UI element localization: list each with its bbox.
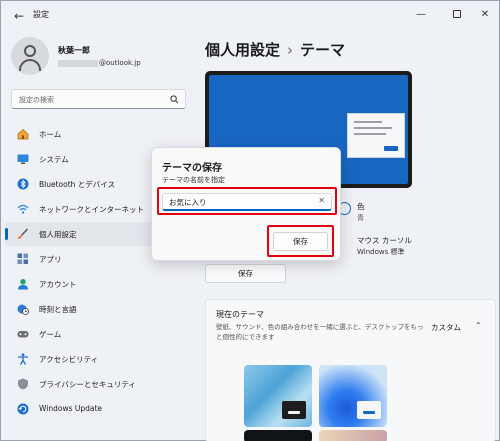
sidebar-item-gaming[interactable]: ゲーム bbox=[5, 322, 195, 346]
user-email: @outlook.jp bbox=[58, 59, 141, 67]
preview-window bbox=[347, 113, 405, 158]
sidebar-item-time-language[interactable]: 時刻と言語 bbox=[5, 297, 195, 321]
page-title: 個人用設定 › テーマ bbox=[205, 39, 345, 60]
current-theme-value: カスタム bbox=[431, 323, 461, 332]
cursor-value: Windows 標準 bbox=[357, 248, 405, 256]
dialog-subtitle: テーマの名前を指定 bbox=[162, 176, 225, 184]
save-theme-button[interactable]: 保存 bbox=[205, 264, 286, 283]
theme-thumbnail[interactable] bbox=[319, 430, 387, 441]
close-button[interactable]: ✕ bbox=[470, 5, 500, 25]
sidebar-item-home[interactable]: ホーム bbox=[5, 122, 195, 146]
minimize-button[interactable]: — bbox=[406, 5, 436, 25]
breadcrumb-personalization[interactable]: 個人用設定 bbox=[205, 41, 280, 59]
apps-icon bbox=[17, 253, 28, 264]
color-label: 色 bbox=[357, 202, 365, 211]
cursor-label: マウス カーソル bbox=[357, 236, 412, 245]
gamepad-icon bbox=[17, 331, 29, 338]
monitor-icon bbox=[17, 154, 29, 164]
dialog-title: テーマの保存 bbox=[162, 163, 222, 174]
theme-thumbnail[interactable] bbox=[244, 430, 312, 441]
breadcrumb-current: テーマ bbox=[300, 41, 346, 59]
globe-clock-icon bbox=[17, 304, 29, 315]
sidebar-item-privacy-security[interactable]: プライバシーとセキュリティ bbox=[5, 372, 195, 396]
chevron-up-icon[interactable]: ⌃ bbox=[475, 321, 482, 330]
highlight-box-input bbox=[157, 187, 337, 215]
current-theme-card[interactable]: 現在のテーマ 壁紙、サウンド、色の組み合わせを一緒に選ぶと、デスクトップをもっと… bbox=[205, 299, 496, 441]
selection-indicator bbox=[5, 228, 8, 240]
user-name: 秋葉一郎 bbox=[58, 46, 90, 55]
account-icon bbox=[18, 279, 28, 290]
wifi-icon bbox=[17, 204, 29, 214]
update-icon bbox=[17, 403, 29, 415]
maximize-button[interactable] bbox=[442, 5, 472, 25]
avatar[interactable] bbox=[11, 37, 49, 75]
accessibility-icon bbox=[18, 353, 28, 365]
app-title: 設定 bbox=[33, 10, 49, 19]
redacted-email-part bbox=[58, 59, 98, 67]
shield-icon bbox=[18, 378, 28, 390]
sidebar-item-windows-update[interactable]: Windows Update bbox=[5, 397, 195, 421]
theme-thumbnail[interactable] bbox=[244, 365, 312, 427]
theme-thumbnail[interactable] bbox=[319, 365, 387, 427]
home-icon bbox=[17, 129, 29, 140]
current-theme-title: 現在のテーマ bbox=[216, 310, 264, 319]
search-input[interactable]: 設定の検索 bbox=[11, 89, 186, 109]
color-value: 青 bbox=[357, 214, 364, 222]
search-icon bbox=[170, 95, 179, 104]
breadcrumb-separator: › bbox=[287, 41, 294, 59]
title-bar: ← 設定 — ✕ bbox=[1, 1, 499, 31]
back-arrow-icon[interactable]: ← bbox=[11, 8, 27, 24]
search-placeholder: 設定の検索 bbox=[19, 96, 54, 104]
sidebar-item-accessibility[interactable]: アクセシビリティ bbox=[5, 347, 195, 371]
brush-icon bbox=[18, 228, 29, 239]
save-theme-dialog: テーマの保存 テーマの名前を指定 お気に入り ✕ 保存 bbox=[151, 147, 341, 261]
settings-window: ← 設定 — ✕ 秋葉一郎 @outlook.jp 設定の検索 ホーム システム… bbox=[0, 0, 500, 441]
sidebar-item-accounts[interactable]: アカウント bbox=[5, 272, 195, 296]
highlight-box-save bbox=[267, 225, 334, 257]
current-theme-description: 壁紙、サウンド、色の組み合わせを一緒に選ぶと、デスクトップをもっと個性的にできま… bbox=[216, 323, 424, 341]
bluetooth-icon bbox=[17, 178, 29, 190]
